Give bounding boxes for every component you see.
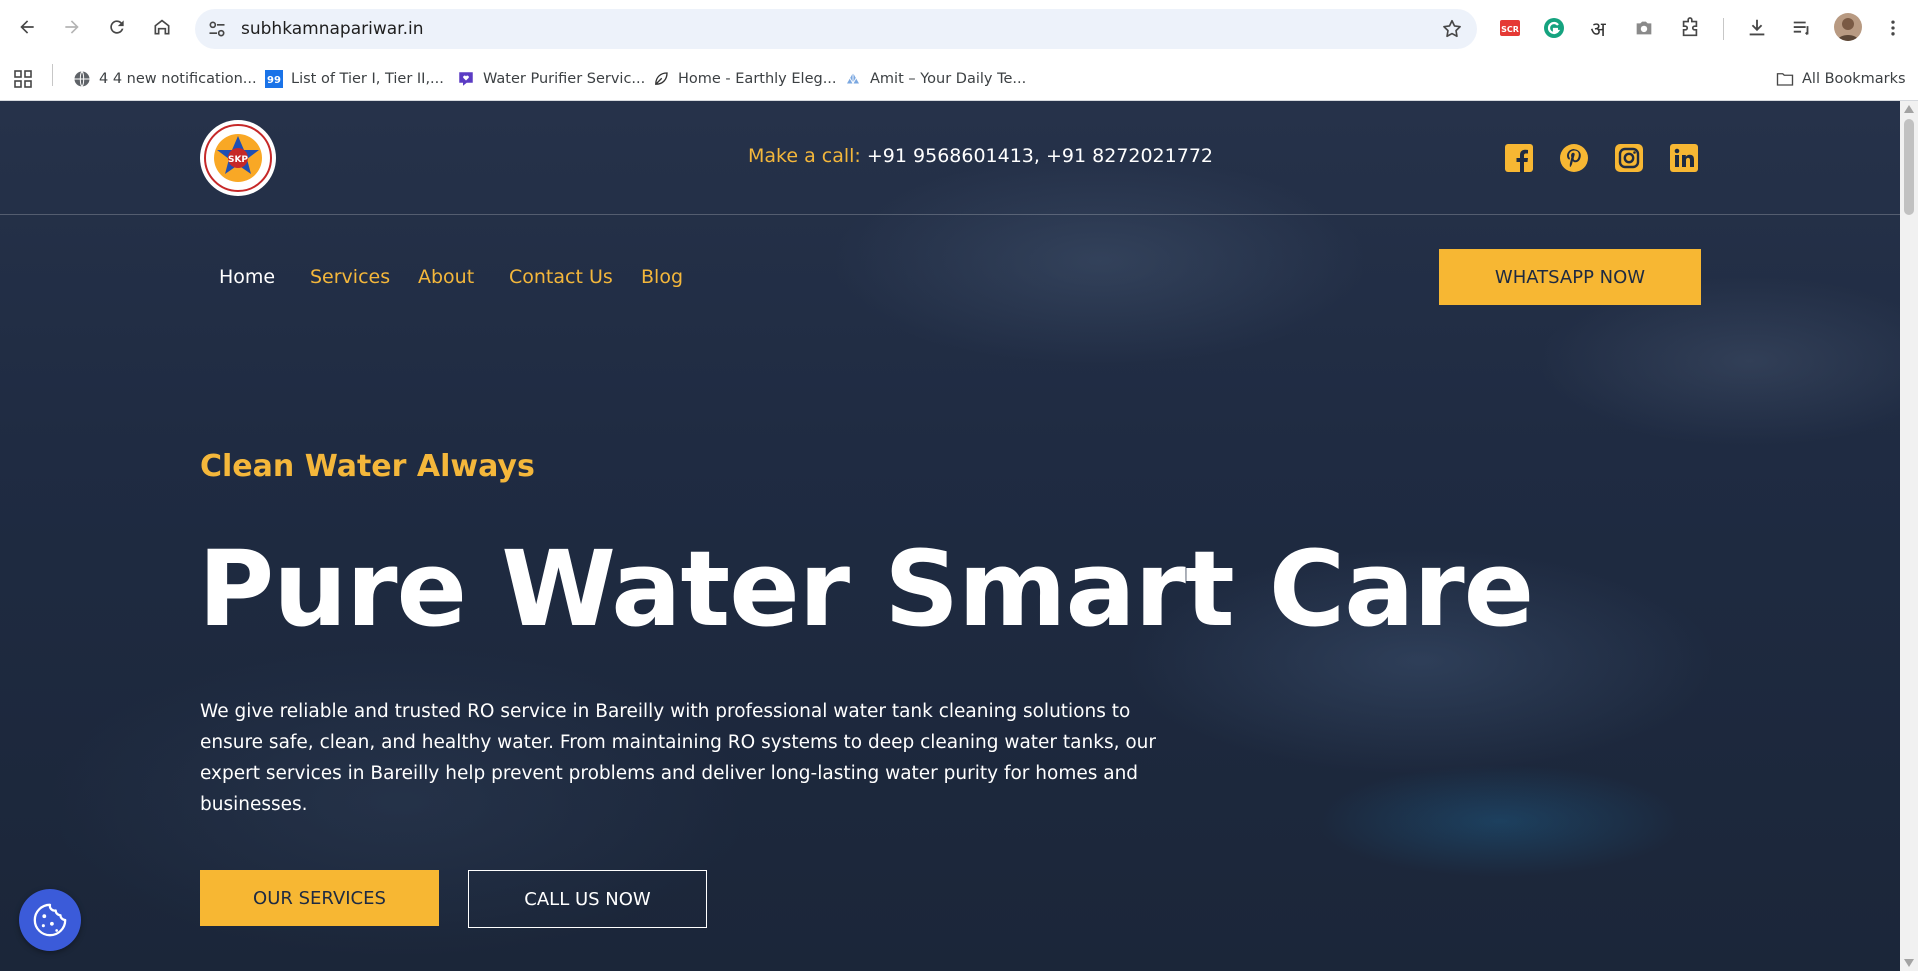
bookmark-item[interactable]: Water Purifier Servic... bbox=[457, 67, 645, 91]
scroll-up-arrow[interactable] bbox=[1904, 105, 1914, 113]
nav-services[interactable]: Services bbox=[310, 266, 390, 288]
bookmark-label: Water Purifier Servic... bbox=[483, 71, 646, 87]
linkedin-icon[interactable] bbox=[1669, 143, 1699, 173]
apps-grid-icon[interactable] bbox=[14, 67, 32, 91]
bookmarks-divider bbox=[52, 64, 53, 86]
all-bookmarks-button[interactable]: All Bookmarks bbox=[1776, 67, 1906, 91]
nav-contact-us[interactable]: Contact Us bbox=[509, 266, 613, 288]
nav-about[interactable]: About bbox=[418, 266, 474, 288]
whatsapp-now-button[interactable]: WHATSAPP NOW bbox=[1439, 249, 1701, 305]
bookmark-label: Home - Earthly Eleg... bbox=[678, 71, 837, 87]
scroll-down-arrow[interactable] bbox=[1904, 959, 1914, 967]
reload-icon bbox=[110, 20, 124, 34]
facebook-icon[interactable] bbox=[1504, 143, 1534, 173]
back-button[interactable] bbox=[11, 11, 43, 43]
nav-home[interactable]: Home bbox=[219, 266, 275, 288]
address-bar[interactable]: subhkamnapariwar.in bbox=[195, 9, 1477, 49]
globe-icon bbox=[73, 70, 91, 88]
grammarly-icon[interactable] bbox=[1541, 15, 1567, 41]
page-scrollbar[interactable] bbox=[1900, 101, 1918, 971]
hero-section: SKP Make a call: +91 9568601413, +91 827… bbox=[0, 101, 1900, 971]
cookie-icon bbox=[33, 903, 67, 937]
arrow-left-icon bbox=[20, 20, 34, 34]
call-info: Make a call: +91 9568601413, +91 8272021… bbox=[748, 145, 1213, 167]
site-settings-icon[interactable] bbox=[207, 19, 227, 39]
camera-icon[interactable] bbox=[1631, 15, 1657, 41]
hero-description: We give reliable and trusted RO service … bbox=[200, 701, 1157, 815]
forward-button[interactable] bbox=[56, 11, 88, 43]
our-services-button[interactable]: OUR SERVICES bbox=[200, 870, 439, 926]
arrow-right-icon bbox=[65, 20, 79, 34]
nav-blog[interactable]: Blog bbox=[641, 266, 683, 288]
instagram-icon[interactable] bbox=[1614, 143, 1644, 173]
bookmark-item[interactable]: 4 4 new notification... bbox=[73, 67, 257, 91]
call-us-now-button[interactable]: CALL US NOW bbox=[468, 870, 707, 928]
reading-list-icon[interactable] bbox=[1789, 15, 1815, 41]
leaf-favicon bbox=[652, 70, 670, 88]
bookmark-label: Amit – Your Daily Te... bbox=[870, 71, 1027, 87]
home-button[interactable] bbox=[146, 11, 178, 43]
bookmark-star-icon[interactable] bbox=[1441, 18, 1463, 40]
99-favicon: 99 bbox=[265, 70, 283, 88]
reload-button[interactable] bbox=[101, 11, 133, 43]
home-icon bbox=[154, 19, 170, 35]
download-icon[interactable] bbox=[1744, 15, 1770, 41]
logo-emblem: SKP bbox=[204, 124, 272, 192]
scribe-icon[interactable]: SCR bbox=[1497, 15, 1523, 41]
kebab-menu-icon[interactable] bbox=[1880, 15, 1906, 41]
svg-text:SKP: SKP bbox=[228, 155, 248, 165]
browser-toolbar: subhkamnapariwar.in SCR अ bbox=[0, 0, 1918, 58]
phone-numbers[interactable]: +91 9568601413, +91 8272021772 bbox=[867, 145, 1213, 167]
hero-eyebrow: Clean Water Always bbox=[200, 449, 535, 484]
shell-favicon bbox=[844, 70, 862, 88]
call-label: Make a call: bbox=[748, 145, 861, 167]
hero-headline: Pure Water Smart Care bbox=[198, 528, 1534, 650]
toolbar-divider bbox=[1723, 18, 1724, 40]
site-logo[interactable]: SKP bbox=[200, 120, 276, 196]
bookmark-item[interactable]: Home - Earthly Eleg... bbox=[652, 67, 837, 91]
folder-icon bbox=[1776, 70, 1794, 88]
puzzle-icon[interactable] bbox=[1677, 15, 1703, 41]
all-bookmarks-label: All Bookmarks bbox=[1802, 71, 1906, 87]
heart-chat-favicon bbox=[457, 70, 475, 88]
svg-text:99: 99 bbox=[267, 75, 281, 86]
scroll-thumb[interactable] bbox=[1904, 119, 1914, 215]
bookmarks-bar: 4 4 new notification... 99 List of Tier … bbox=[0, 58, 1918, 101]
bookmark-item[interactable]: Amit – Your Daily Te... bbox=[844, 67, 1026, 91]
header-divider bbox=[0, 214, 1900, 215]
url-text: subhkamnapariwar.in bbox=[241, 19, 424, 39]
bookmark-label: List of Tier I, Tier II,... bbox=[291, 71, 444, 87]
svg-text:SCR: SCR bbox=[1501, 25, 1519, 34]
bookmark-item[interactable]: 99 List of Tier I, Tier II,... bbox=[265, 67, 444, 91]
profile-avatar[interactable] bbox=[1834, 13, 1862, 41]
hindi-input-icon[interactable]: अ bbox=[1585, 15, 1611, 41]
bookmark-label: 4 4 new notification... bbox=[99, 71, 257, 87]
pinterest-icon[interactable] bbox=[1559, 143, 1589, 173]
cookie-settings-button[interactable] bbox=[19, 889, 81, 951]
